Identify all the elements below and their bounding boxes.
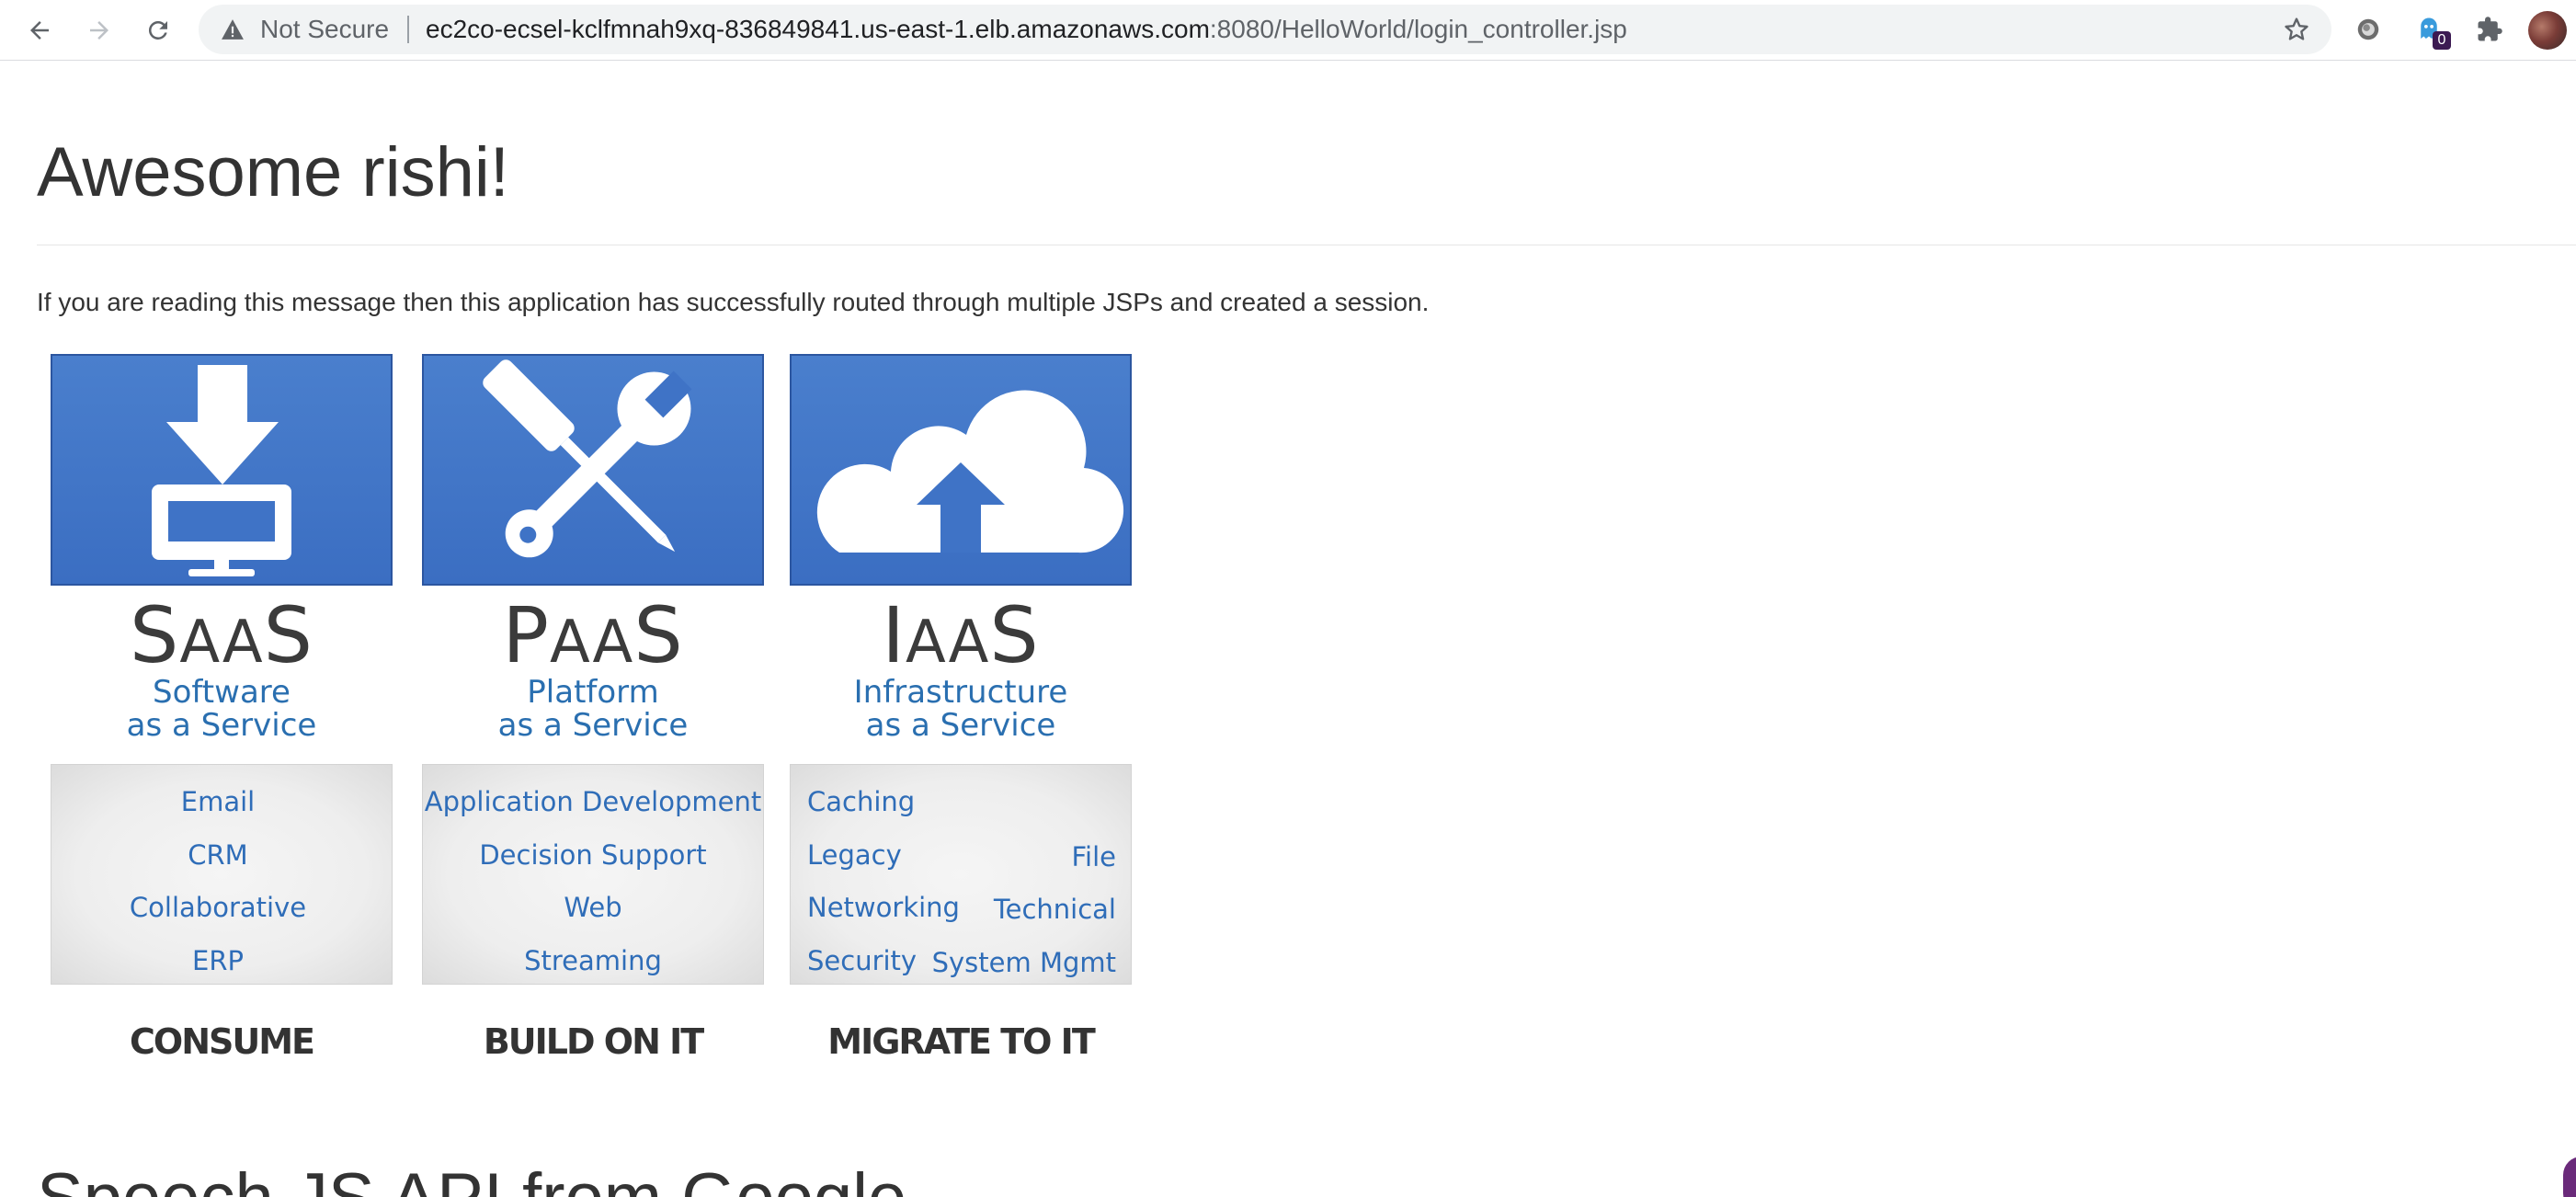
paas-acronym-last: S (633, 590, 684, 680)
saas-item-collaborative: Collaborative (129, 892, 307, 923)
speech-api-heading: Speech JS API from Google (37, 1160, 906, 1197)
address-bar[interactable]: Not Secure ec2co-ecsel-kclfmnah9xq-83684… (199, 5, 2331, 54)
iaas-acronym: IAAS (790, 591, 1132, 687)
paas-examples-panel: Application Development Decision Support… (422, 764, 764, 985)
reload-icon (148, 20, 167, 40)
floating-widget-button[interactable] (2563, 1157, 2576, 1197)
back-button[interactable] (17, 7, 63, 53)
saas-item-email: Email (180, 786, 256, 817)
ghostery-extension-button[interactable]: 0 (2411, 11, 2451, 50)
iaas-item-legacy: Legacy (807, 839, 902, 871)
iaas-item-technical: Technical (993, 894, 1116, 925)
puzzle-piece-icon (2478, 17, 2502, 41)
omnibox-divider (407, 16, 409, 43)
saas-acronym: SAAS (51, 591, 393, 687)
iaas-acronym-first: I (882, 590, 906, 680)
warning-icon (222, 19, 244, 40)
saas-subtitle-line-2: as a Service (126, 707, 317, 744)
iaas-item-security: Security (807, 945, 918, 976)
url-host: ec2co-ecsel-kclfmnah9xq-836849841.us-eas… (426, 15, 1210, 43)
paas-acronym: PAAS (422, 591, 764, 687)
extension-badge: 0 (2433, 31, 2451, 50)
saas-acronym-last: S (263, 590, 313, 680)
paas-item-application-development: Application Development (424, 786, 762, 817)
saas-subtitle-line-1: Software (153, 674, 291, 711)
iaas-item-networking: Networking (807, 892, 960, 923)
iaas-caption: MIGRATE TO IT (827, 1021, 1096, 1062)
profile-avatar[interactable] (2528, 11, 2567, 50)
iaas-acronym-last: S (989, 590, 1040, 680)
paas-subtitle-line-2: as a Service (497, 707, 689, 744)
paas-item-decision-support: Decision Support (479, 839, 707, 871)
intro-message: If you are reading this message then thi… (37, 288, 1430, 316)
saas-acronym-first: S (130, 590, 180, 680)
iaas-item-caching: Caching (807, 786, 916, 817)
iaas-examples-panel: Caching File Legacy Networking Technical… (790, 764, 1132, 985)
iaas-acronym-middle: AA (906, 609, 990, 677)
iaas-item-system-mgmt: System Mgmt (931, 947, 1116, 978)
paas-item-streaming: Streaming (524, 945, 662, 976)
bookmark-star-icon[interactable] (2282, 15, 2311, 44)
paas-subtitle-line-1: Platform (527, 674, 659, 711)
paas-item-web: Web (564, 892, 622, 923)
iaas-item-file: File (1071, 841, 1116, 872)
browser-toolbar: Not Secure ec2co-ecsel-kclfmnah9xq-83684… (0, 0, 2576, 61)
paas-acronym-first: P (502, 590, 550, 680)
saas-item-crm: CRM (188, 839, 248, 871)
security-status[interactable]: Not Secure (260, 17, 389, 42)
url-text[interactable]: ec2co-ecsel-kclfmnah9xq-836849841.us-eas… (426, 17, 1627, 42)
paas-caption: BUILD ON IT (483, 1021, 704, 1062)
saas-tile (51, 354, 393, 586)
saas-item-erp: ERP (192, 945, 244, 976)
back-arrow-icon (30, 21, 49, 40)
paas-tile (422, 354, 764, 586)
url-path: :8080/HelloWorld/login_controller.jsp (1209, 15, 1627, 43)
reload-button[interactable] (135, 7, 181, 53)
paas-acronym-middle: AA (549, 609, 634, 677)
download-monitor-icon (152, 365, 291, 576)
saas-examples-panel: Email CRM Collaborative ERP (51, 764, 393, 985)
circle-extension-icon (2357, 18, 2379, 40)
iaas-subtitle-line-1: Infrastructure (853, 674, 1068, 711)
forward-button[interactable] (76, 7, 122, 53)
extension-circle-button[interactable] (2350, 11, 2387, 48)
saas-caption: CONSUME (130, 1021, 315, 1062)
page-title: Awesome rishi! (37, 133, 509, 211)
wrench-screwdriver-icon (483, 359, 692, 558)
cloud-upload-icon (816, 390, 1124, 553)
forward-arrow-icon (90, 21, 108, 40)
extensions-menu-button[interactable] (2471, 11, 2508, 48)
iaas-tile (790, 354, 1132, 586)
saas-acronym-middle: AA (179, 609, 264, 677)
iaas-subtitle-line-2: as a Service (865, 707, 1056, 744)
